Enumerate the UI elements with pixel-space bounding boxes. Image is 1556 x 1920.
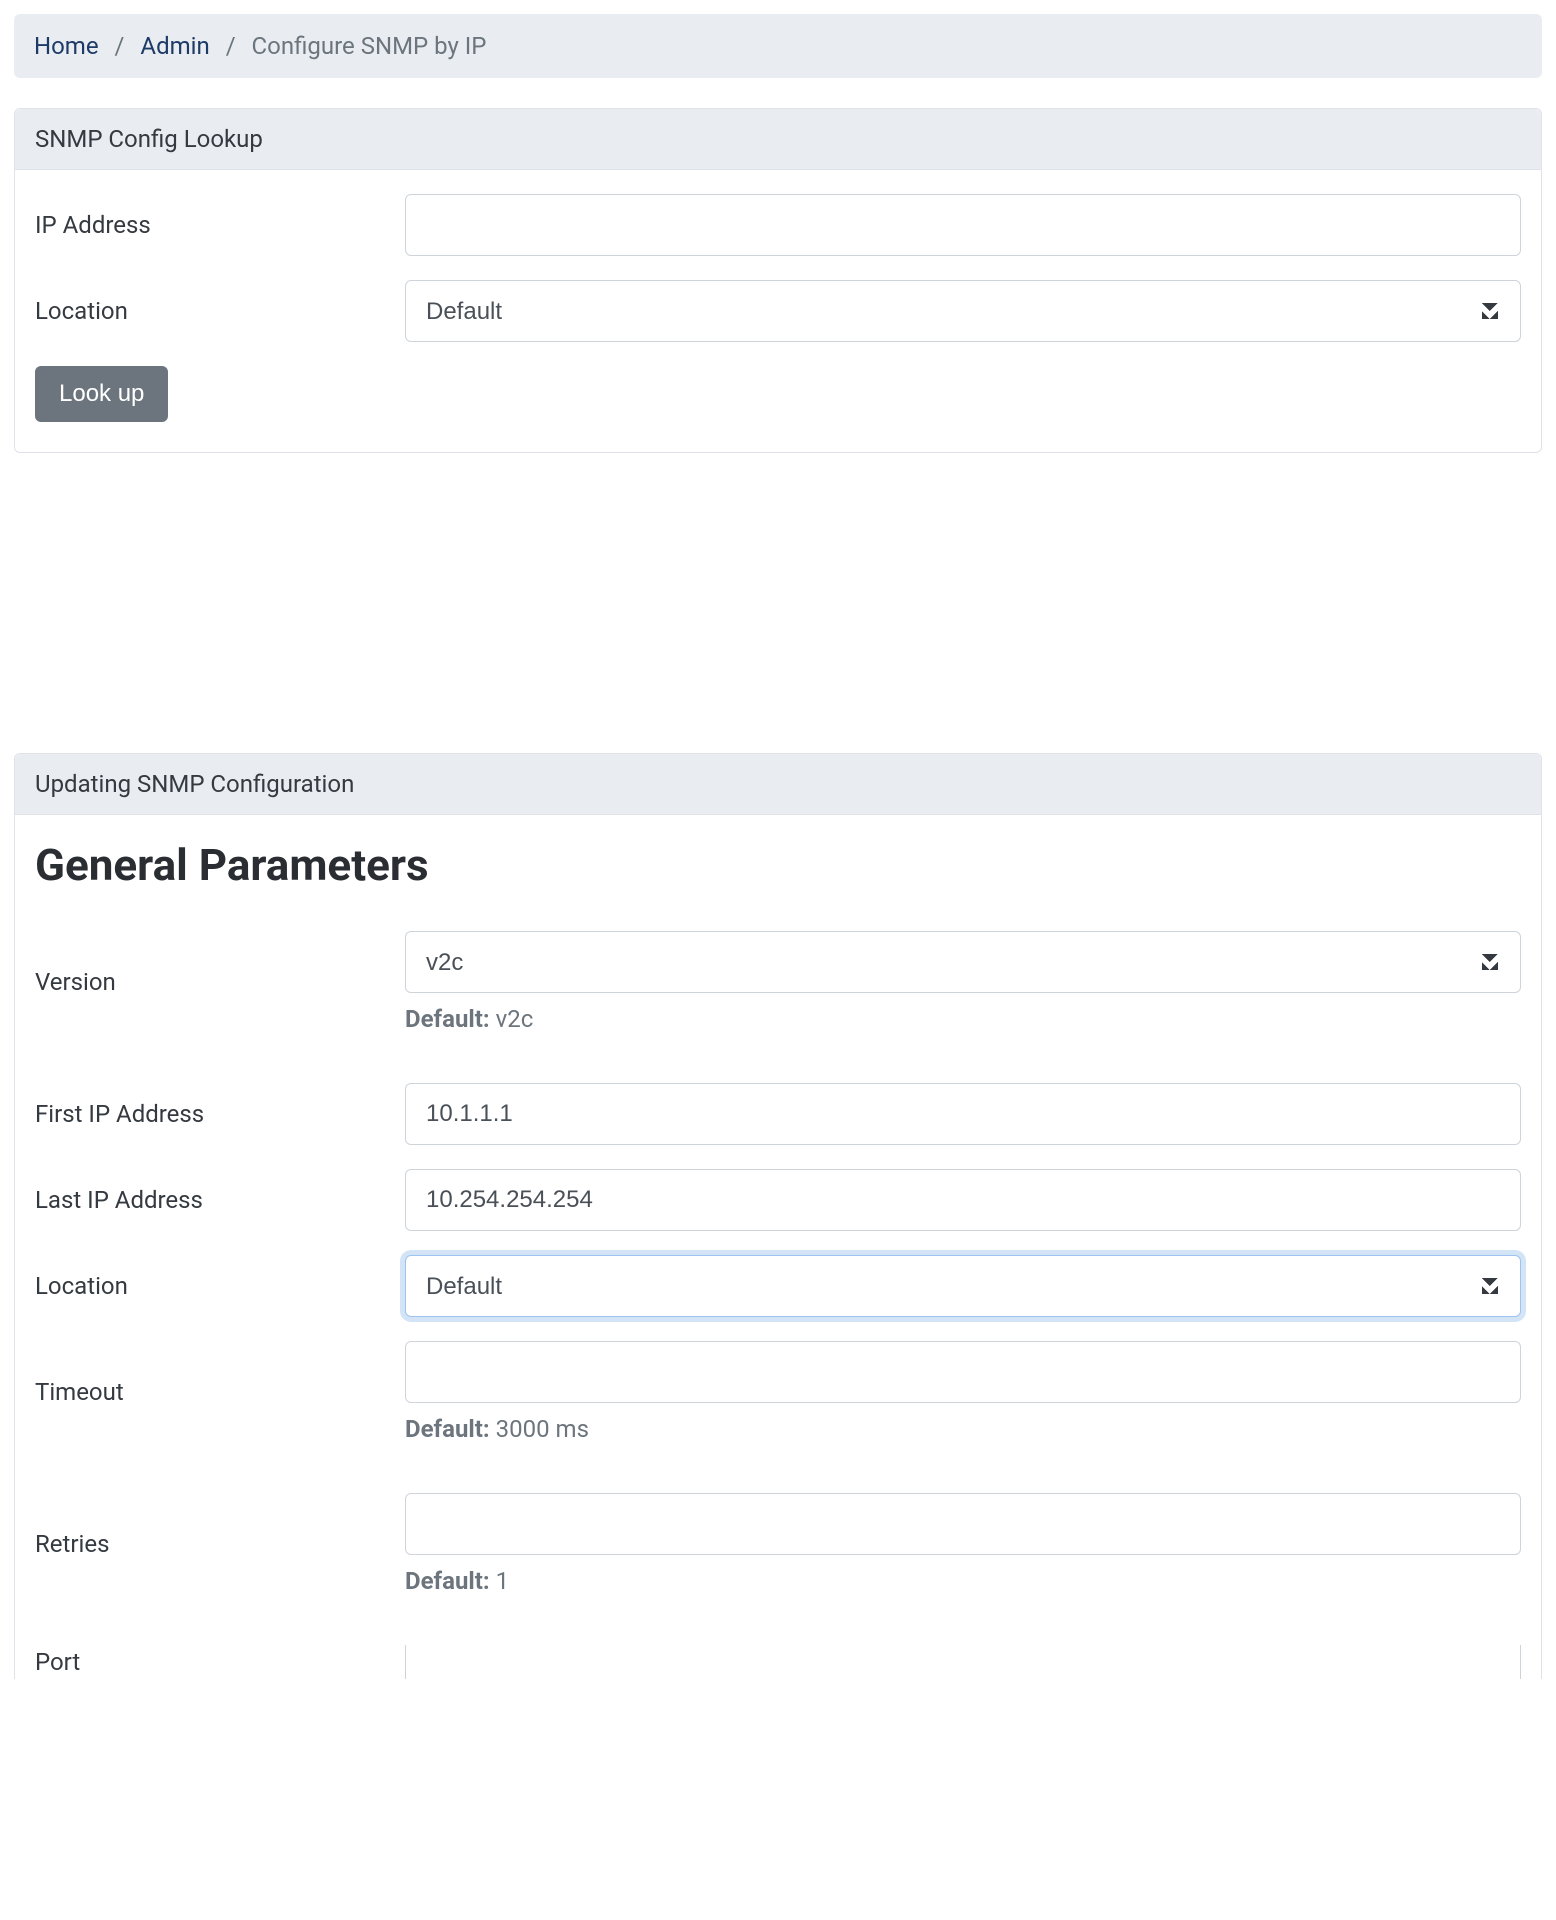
port-input[interactable] [405,1645,1521,1679]
version-default-prefix: Default: [405,1005,490,1033]
retries-input[interactable] [405,1493,1521,1555]
version-default-value: v2c [496,1005,534,1033]
port-label: Port [35,1648,405,1676]
breadcrumb-sep: / [226,32,236,60]
snmp-update-card: Updating SNMP Configuration General Para… [14,753,1542,1679]
breadcrumb-home-link[interactable]: Home [34,32,99,60]
update-location-select[interactable]: Default [405,1255,1521,1317]
last-ip-input[interactable] [405,1169,1521,1231]
version-label: Version [35,968,405,996]
breadcrumb-admin-link[interactable]: Admin [140,32,209,60]
ip-address-label: IP Address [35,211,405,239]
breadcrumb-sep: / [115,32,125,60]
general-parameters-heading: General Parameters [35,839,1521,891]
snmp-lookup-card-header: SNMP Config Lookup [15,109,1541,170]
breadcrumb-current: Configure SNMP by IP [252,32,487,60]
snmp-update-card-header: Updating SNMP Configuration [15,754,1541,815]
version-select[interactable]: v2c [405,931,1521,993]
breadcrumb: Home / Admin / Configure SNMP by IP [14,14,1542,78]
lookup-button[interactable]: Look up [35,366,168,422]
retries-default-value: 1 [496,1567,510,1595]
first-ip-input[interactable] [405,1083,1521,1145]
version-default-help: Default: v2c [405,1005,1521,1033]
ip-address-input[interactable] [405,194,1521,256]
timeout-label: Timeout [35,1378,405,1406]
retries-default-help: Default: 1 [405,1567,1521,1595]
retries-default-prefix: Default: [405,1567,490,1595]
timeout-default-value: 3000 ms [496,1415,589,1443]
first-ip-label: First IP Address [35,1100,405,1128]
location-select[interactable]: Default [405,280,1521,342]
timeout-input[interactable] [405,1341,1521,1403]
location-label: Location [35,297,405,325]
timeout-default-help: Default: 3000 ms [405,1415,1521,1443]
snmp-lookup-card: SNMP Config Lookup IP Address Location D… [14,108,1542,453]
update-location-label: Location [35,1272,405,1300]
retries-label: Retries [35,1530,405,1558]
timeout-default-prefix: Default: [405,1415,490,1443]
last-ip-label: Last IP Address [35,1186,405,1214]
